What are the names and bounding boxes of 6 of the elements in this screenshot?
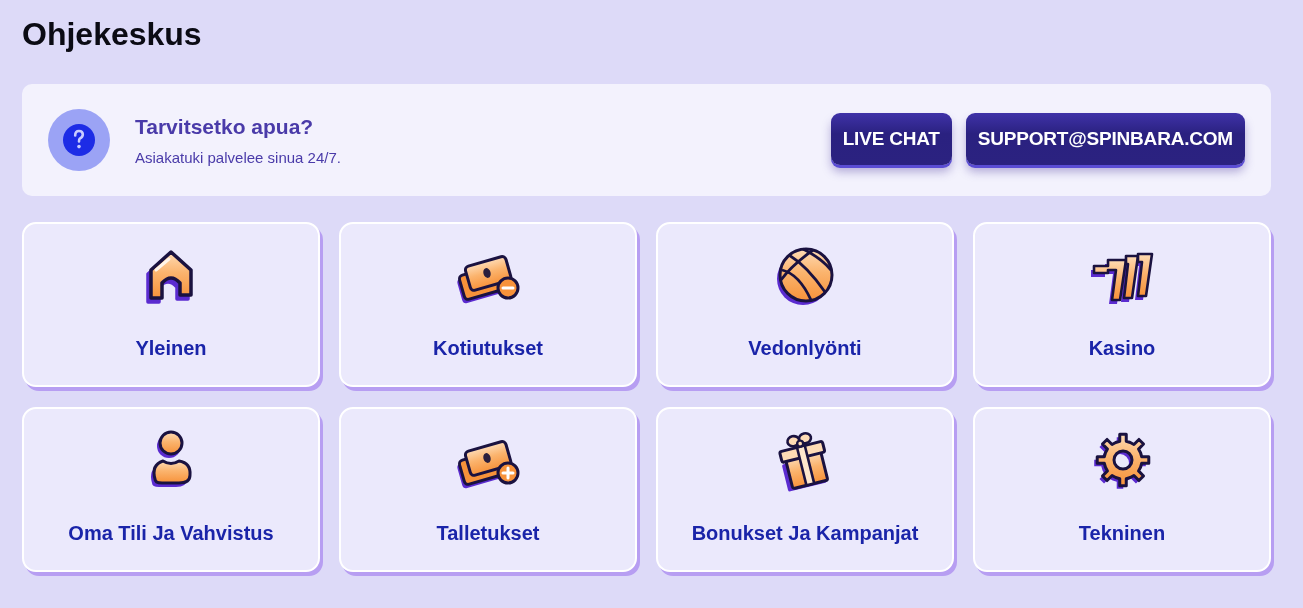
help-question-icon [48,109,110,171]
help-subtitle: Asiakatuki palvelee sinua 24/7. [135,148,342,167]
email-button[interactable]: SUPPORT@SPINBARA.COM [965,113,1245,165]
page-title: Ohjekeskus [22,15,203,54]
live-chat-button[interactable]: LIVE CHAT [830,113,952,165]
help-title: Tarvitsetko apua? [135,113,315,140]
